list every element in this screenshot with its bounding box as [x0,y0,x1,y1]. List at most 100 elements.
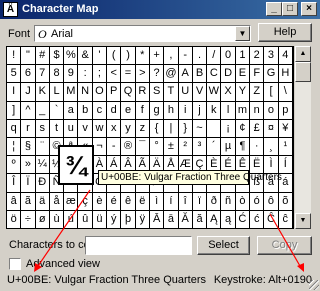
character-cell[interactable]: - [107,137,122,157]
character-cell[interactable]: ¶ [235,137,251,157]
character-cell[interactable]: $ [49,47,65,66]
character-cell[interactable]: Ā [149,210,165,228]
character-cell[interactable]: P [107,83,122,102]
character-cell[interactable]: | [164,119,179,138]
character-cell[interactable]: ] [7,101,22,120]
character-cell[interactable]: ¸ [264,137,279,157]
character-cell[interactable]: ó [250,192,265,211]
character-cell[interactable]: ® [121,137,136,157]
character-cell[interactable]: ô [264,192,279,211]
character-cell[interactable]: £ [250,119,265,138]
advanced-view-checkbox[interactable] [9,258,21,270]
scroll-down-icon[interactable]: ▼ [295,213,311,229]
character-cell[interactable]: ¢ [235,119,251,138]
character-cell[interactable]: u [64,119,79,138]
select-button[interactable]: Select [197,236,250,255]
character-grid[interactable]: ! " # $% & '() * +, -./0 1 2 3 4 5 6 7 8 9:; < = >? @ A B C D E F G H… [6,46,294,229]
character-cell[interactable]: 1 [235,47,251,66]
character-cell[interactable]: ± [164,137,179,157]
character-cell[interactable]: j [192,101,208,120]
character-cell[interactable]: _ [35,101,50,120]
character-cell[interactable]: ö [7,210,22,228]
copy-button[interactable]: Copy [257,236,312,255]
character-cell[interactable]: û [78,210,93,228]
character-cell[interactable]: X [221,83,236,102]
character-cell[interactable]: § [21,137,36,157]
character-cell[interactable]: 7 [35,65,50,84]
character-cell[interactable]: ° [149,137,165,157]
character-cell[interactable]: = [121,65,136,84]
character-cell[interactable]: m [235,101,251,120]
character-cell[interactable]: ¤ [264,119,279,138]
character-cell[interactable]: Ą [207,210,222,228]
character-cell[interactable]: & [78,47,93,66]
character-cell[interactable]: ì [149,192,165,211]
close-button[interactable]: × [301,2,317,16]
character-cell[interactable]: Y [235,83,251,102]
character-cell[interactable]: I [7,83,22,102]
character-cell[interactable]: c [92,101,108,120]
character-cell[interactable]: ò [235,192,251,211]
character-cell[interactable]: ` [49,101,65,120]
character-cell[interactable]: ð [207,192,222,211]
character-cell[interactable]: ÿ [135,210,150,228]
character-cell[interactable]: ¯ [135,137,150,157]
character-cell[interactable]: " [21,47,36,66]
character-cell[interactable]: R [135,83,150,102]
character-cell[interactable]: ù [49,210,65,228]
character-cell[interactable]: v [78,119,93,138]
character-cell[interactable]: B [192,65,208,84]
character-cell[interactable]: â [7,192,22,211]
scroll-up-icon[interactable]: ▲ [295,46,311,62]
character-cell[interactable]: ' [92,47,108,66]
character-cell[interactable]: þ [121,210,136,228]
character-cell[interactable]: è [92,192,108,211]
help-button[interactable]: Help [258,23,312,42]
character-cell[interactable]: S [149,83,165,102]
character-cell[interactable]: Ð [35,174,50,193]
character-cell[interactable]: w [92,119,108,138]
character-cell[interactable]: ø [35,210,50,228]
character-cell[interactable]: . [192,47,208,66]
character-cell[interactable]: µ [221,137,236,157]
character-cell[interactable]: ^ [21,101,36,120]
character-cell[interactable]: ! [7,47,22,66]
character-cell[interactable]: U [178,83,193,102]
character-cell[interactable]: ) [121,47,136,66]
character-cell[interactable]: ë [135,192,150,211]
character-cell[interactable]: o [264,101,279,120]
character-cell[interactable]: i [178,101,193,120]
character-cell[interactable]: Ï [21,174,36,193]
minimize-button[interactable]: _ [266,2,282,16]
character-cell[interactable]: å [49,192,65,211]
character-cell[interactable]: ĉ [278,210,293,228]
character-cell[interactable]: H [278,65,293,84]
character-cell[interactable]: h [164,101,179,120]
character-cell[interactable]: ă [192,210,208,228]
character-cell[interactable]: ¹ [278,137,293,157]
character-cell[interactable]: 0 [221,47,236,66]
character-cell[interactable]: C [207,65,222,84]
character-cell[interactable]: ï [192,192,208,211]
character-cell[interactable]: ¼ [35,156,50,175]
character-cell[interactable]: ~ [192,119,208,138]
character-cell[interactable]: 4 [278,47,293,66]
character-cell[interactable]: Ă [178,210,193,228]
character-cell[interactable]: s [35,119,50,138]
character-cell[interactable]: } [178,119,193,138]
character-cell[interactable]: é [107,192,122,211]
chevron-down-icon[interactable]: ▼ [235,26,250,41]
character-cell[interactable]: a [64,101,79,120]
character-cell[interactable]: * [135,47,150,66]
character-cell[interactable]: n [250,101,265,120]
character-cell[interactable]: » [21,156,36,175]
character-cell[interactable]: 9 [64,65,79,84]
character-cell[interactable]: ý [107,210,122,228]
character-cell[interactable]: q [7,119,22,138]
character-cell[interactable]: p [278,101,293,120]
character-cell[interactable]: æ [64,192,79,211]
character-cell[interactable]: : [78,65,93,84]
character-cell[interactable]: t [49,119,65,138]
character-cell[interactable]: G [264,65,279,84]
font-dropdown[interactable]: O Arial ▼ [34,25,251,42]
